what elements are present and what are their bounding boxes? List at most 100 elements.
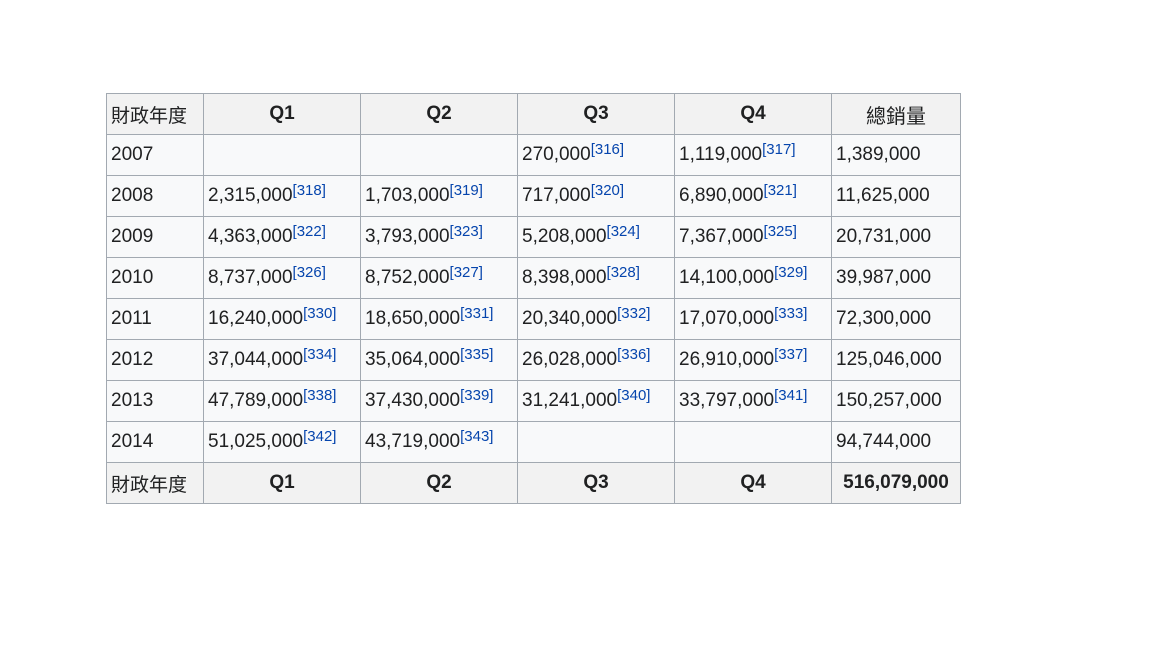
sales-table: 財政年度 Q1 Q2 Q3 Q4 總銷量 2007 270,000[316] 1,1…	[106, 93, 961, 504]
q4-value: 1,119,000	[679, 144, 763, 165]
q2-value: 35,064,000	[365, 349, 461, 370]
header-q4: Q4	[674, 93, 832, 135]
citation-link[interactable]: [327]	[450, 264, 483, 281]
q1-cell: 47,789,000[338]	[203, 380, 361, 422]
q3-value: 717,000	[522, 185, 591, 206]
q4-cell: 1,119,000[317]	[674, 134, 832, 176]
table-row: 2013 47,789,000[338] 37,430,000[339] 31,241…	[106, 380, 961, 422]
q4-value: 26,910,000	[679, 349, 775, 370]
table-row: 2011 16,240,000[330] 18,650,000[331] 20,340…	[106, 298, 961, 340]
year-cell: 2014	[106, 421, 204, 463]
citation-link[interactable]: [339]	[460, 387, 493, 404]
q1-value: 16,240,000	[208, 308, 304, 329]
q1-value: 47,789,000	[208, 390, 304, 411]
q3-value: 270,000	[522, 144, 591, 165]
citation-link[interactable]: [317]	[762, 141, 795, 158]
citation-link[interactable]: [338]	[303, 387, 336, 404]
q3-value: 8,398,000	[522, 267, 607, 288]
q4-cell: 17,070,000[333]	[674, 298, 832, 340]
q4-cell: 7,367,000[325]	[674, 216, 832, 258]
citation-link[interactable]: [326]	[293, 264, 326, 281]
q3-value: 26,028,000	[522, 349, 618, 370]
citation-link[interactable]: [341]	[774, 387, 807, 404]
page: 財政年度 Q1 Q2 Q3 Q4 總銷量 2007 270,000[316] 1,1…	[0, 0, 1152, 648]
citation-link[interactable]: [316]	[591, 141, 624, 158]
q4-value: 7,367,000	[679, 226, 764, 247]
q2-cell: 1,703,000[319]	[360, 175, 518, 217]
q2-cell: 8,752,000[327]	[360, 257, 518, 299]
total-cell: 150,257,000	[831, 380, 961, 422]
footer-q2: Q2	[360, 462, 518, 504]
year-cell: 2008	[106, 175, 204, 217]
citation-link[interactable]: [335]	[460, 346, 493, 363]
citation-link[interactable]: [329]	[774, 264, 807, 281]
year-cell: 2012	[106, 339, 204, 381]
total-cell: 94,744,000	[831, 421, 961, 463]
citation-link[interactable]: [321]	[764, 182, 797, 199]
header-q3: Q3	[517, 93, 675, 135]
year-cell: 2007	[106, 134, 204, 176]
q2-cell: 3,793,000[323]	[360, 216, 518, 258]
citation-link[interactable]: [322]	[293, 223, 326, 240]
citation-link[interactable]: [319]	[450, 182, 483, 199]
total-cell: 72,300,000	[831, 298, 961, 340]
q3-cell: 5,208,000[324]	[517, 216, 675, 258]
q3-cell: 8,398,000[328]	[517, 257, 675, 299]
q3-value: 5,208,000	[522, 226, 607, 247]
footer-q3: Q3	[517, 462, 675, 504]
citation-link[interactable]: [334]	[303, 346, 336, 363]
citation-link[interactable]: [318]	[293, 182, 326, 199]
q2-value: 8,752,000	[365, 267, 450, 288]
year-cell: 2013	[106, 380, 204, 422]
q3-cell: 270,000[316]	[517, 134, 675, 176]
total-cell: 11,625,000	[831, 175, 961, 217]
q4-value: 14,100,000	[679, 267, 775, 288]
q1-cell	[203, 134, 361, 176]
citation-link[interactable]: [340]	[617, 387, 650, 404]
citation-link[interactable]: [323]	[450, 223, 483, 240]
q4-cell: 33,797,000[341]	[674, 380, 832, 422]
table-row: 2012 37,044,000[334] 35,064,000[335] 26,028…	[106, 339, 961, 381]
citation-link[interactable]: [332]	[617, 305, 650, 322]
citation-link[interactable]: [343]	[460, 428, 493, 445]
citation-link[interactable]: [320]	[591, 182, 624, 199]
table-row: 2008 2,315,000[318] 1,703,000[319] 717,000[…	[106, 175, 961, 217]
total-cell: 39,987,000	[831, 257, 961, 299]
table-row: 2007 270,000[316] 1,119,000[317] 1,389,000	[106, 134, 961, 176]
citation-link[interactable]: [337]	[774, 346, 807, 363]
q1-cell: 51,025,000[342]	[203, 421, 361, 463]
citation-link[interactable]: [342]	[303, 428, 336, 445]
year-cell: 2011	[106, 298, 204, 340]
footer-row: 財政年度 Q1 Q2 Q3 Q4 516,079,000	[106, 462, 961, 504]
citation-link[interactable]: [330]	[303, 305, 336, 322]
table-row: 2010 8,737,000[326] 8,752,000[327] 8,398,00…	[106, 257, 961, 299]
q1-cell: 2,315,000[318]	[203, 175, 361, 217]
table-row: 2014 51,025,000[342] 43,719,000[343] 94,744…	[106, 421, 961, 463]
q2-value: 18,650,000	[365, 308, 461, 329]
q1-value: 51,025,000	[208, 431, 304, 452]
citation-link[interactable]: [328]	[607, 264, 640, 281]
header-q1: Q1	[203, 93, 361, 135]
citation-link[interactable]: [325]	[764, 223, 797, 240]
citation-link[interactable]: [324]	[607, 223, 640, 240]
citation-link[interactable]: [331]	[460, 305, 493, 322]
q2-value: 1,703,000	[365, 185, 450, 206]
footer-q1: Q1	[203, 462, 361, 504]
total-cell: 1,389,000	[831, 134, 961, 176]
q2-value: 37,430,000	[365, 390, 461, 411]
q1-cell: 4,363,000[322]	[203, 216, 361, 258]
q1-value: 4,363,000	[208, 226, 293, 247]
q4-cell	[674, 421, 832, 463]
header-q2: Q2	[360, 93, 518, 135]
footer-q4: Q4	[674, 462, 832, 504]
q2-cell	[360, 134, 518, 176]
citation-link[interactable]: [333]	[774, 305, 807, 322]
q3-cell: 26,028,000[336]	[517, 339, 675, 381]
q4-value: 33,797,000	[679, 390, 775, 411]
q3-cell: 20,340,000[332]	[517, 298, 675, 340]
q3-cell	[517, 421, 675, 463]
table-body: 2007 270,000[316] 1,119,000[317] 1,389,000 2…	[106, 134, 961, 463]
citation-link[interactable]: [336]	[617, 346, 650, 363]
total-cell: 125,046,000	[831, 339, 961, 381]
total-cell: 20,731,000	[831, 216, 961, 258]
